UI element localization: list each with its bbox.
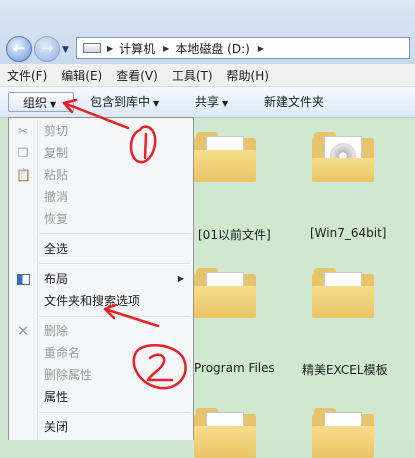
path-box[interactable]: ▶ 计算机 ▶ 本地磁盘 (D:) ▶	[76, 37, 410, 59]
chevron-down-icon: ▼	[50, 100, 57, 109]
copy-icon: ❐	[17, 146, 29, 160]
folder-icon[interactable]	[194, 132, 256, 182]
folder-icon[interactable]	[194, 408, 256, 458]
folder-label[interactable]: [Win7_64bit]	[310, 226, 386, 240]
menu-item-rename[interactable]: 重命名	[9, 342, 193, 364]
scissors-icon: ✂	[17, 124, 29, 138]
menu-view[interactable]: 查看(V)	[109, 67, 165, 84]
menu-item-redo[interactable]: 恢复	[9, 208, 193, 230]
delete-x-icon: ✕	[16, 322, 30, 340]
back-button[interactable]: ←	[6, 36, 32, 62]
menu-item-delete[interactable]: ✕ 删除	[9, 320, 193, 342]
menu-item-remove-properties[interactable]: 删除属性	[9, 364, 193, 386]
paste-icon: 📋	[16, 168, 31, 182]
menu-edit[interactable]: 编辑(E)	[54, 67, 109, 84]
folder-icon[interactable]	[312, 408, 374, 458]
folder-icon[interactable]	[312, 132, 374, 182]
command-toolbar: 组织 ▼ 包含到库中 ▼ 共享 ▼ 新建文件夹	[0, 87, 415, 118]
menu-item-cut[interactable]: ✂ 剪切	[9, 120, 193, 142]
menu-bar: 文件(F) 编辑(E) 查看(V) 工具(T) 帮助(H)	[0, 64, 415, 87]
back-arrow-icon: ←	[12, 39, 26, 57]
share-label: 共享	[195, 95, 220, 109]
history-dropdown-icon[interactable]: ▼	[62, 45, 69, 55]
menu-help[interactable]: 帮助(H)	[220, 67, 276, 84]
menu-item-layout[interactable]: 布局 ▶	[9, 268, 193, 290]
forward-button[interactable]: →	[34, 36, 60, 62]
menu-item-paste[interactable]: 📋 粘贴	[9, 164, 193, 186]
file-list: [01以前文件] [Win7_64bit] Program Files 精美EX…	[190, 118, 415, 458]
organize-label: 组织	[23, 96, 48, 110]
breadcrumb-arrow-icon[interactable]: ▶	[258, 44, 264, 53]
menu-item-select-all[interactable]: 全选	[9, 238, 193, 260]
folder-label[interactable]: Program Files	[194, 361, 275, 375]
include-library-label: 包含到库中	[90, 95, 151, 109]
share-button[interactable]: 共享 ▼	[195, 92, 228, 112]
folder-icon[interactable]	[194, 268, 256, 318]
menu-separator	[39, 263, 191, 265]
computer-icon	[83, 43, 101, 53]
breadcrumb-arrow-icon[interactable]: ▶	[107, 44, 113, 53]
include-library-button[interactable]: 包含到库中 ▼	[90, 92, 159, 112]
breadcrumb-computer[interactable]: 计算机	[119, 40, 155, 57]
submenu-arrow-icon: ▶	[177, 274, 184, 283]
menu-item-undo[interactable]: 撤消	[9, 186, 193, 208]
menu-item-folder-options[interactable]: 文件夹和搜索选项	[9, 290, 193, 312]
menu-separator	[39, 412, 191, 414]
breadcrumb-local-disk[interactable]: 本地磁盘 (D:)	[175, 40, 249, 57]
menu-tools[interactable]: 工具(T)	[165, 67, 220, 84]
menu-file[interactable]: 文件(F)	[0, 67, 54, 84]
address-bar: ← → ▼ ▶ 计算机 ▶ 本地磁盘 (D:) ▶	[0, 0, 415, 65]
folder-label[interactable]: [01以前文件]	[198, 226, 271, 243]
menu-item-properties[interactable]: 属性	[9, 386, 193, 408]
folder-icon[interactable]	[312, 268, 374, 318]
folder-label[interactable]: 精美EXCEL模板	[302, 361, 388, 378]
organize-dropdown-menu: ✂ 剪切 ❐ 复制 📋 粘贴 撤消 恢复 全选 布局 ▶ 文件夹和搜索选项 ✕ …	[8, 117, 194, 440]
menu-separator	[39, 233, 191, 235]
menu-separator	[39, 316, 191, 318]
breadcrumb-arrow-icon[interactable]: ▶	[163, 44, 169, 53]
forward-arrow-icon: →	[40, 39, 54, 57]
menu-item-copy[interactable]: ❐ 复制	[9, 142, 193, 164]
new-folder-button[interactable]: 新建文件夹	[264, 92, 324, 112]
chevron-down-icon: ▼	[153, 99, 160, 108]
organize-button[interactable]: 组织 ▼	[8, 92, 74, 112]
menu-item-close[interactable]: 关闭	[9, 416, 193, 438]
layout-icon	[17, 274, 30, 285]
chevron-down-icon: ▼	[222, 99, 229, 108]
